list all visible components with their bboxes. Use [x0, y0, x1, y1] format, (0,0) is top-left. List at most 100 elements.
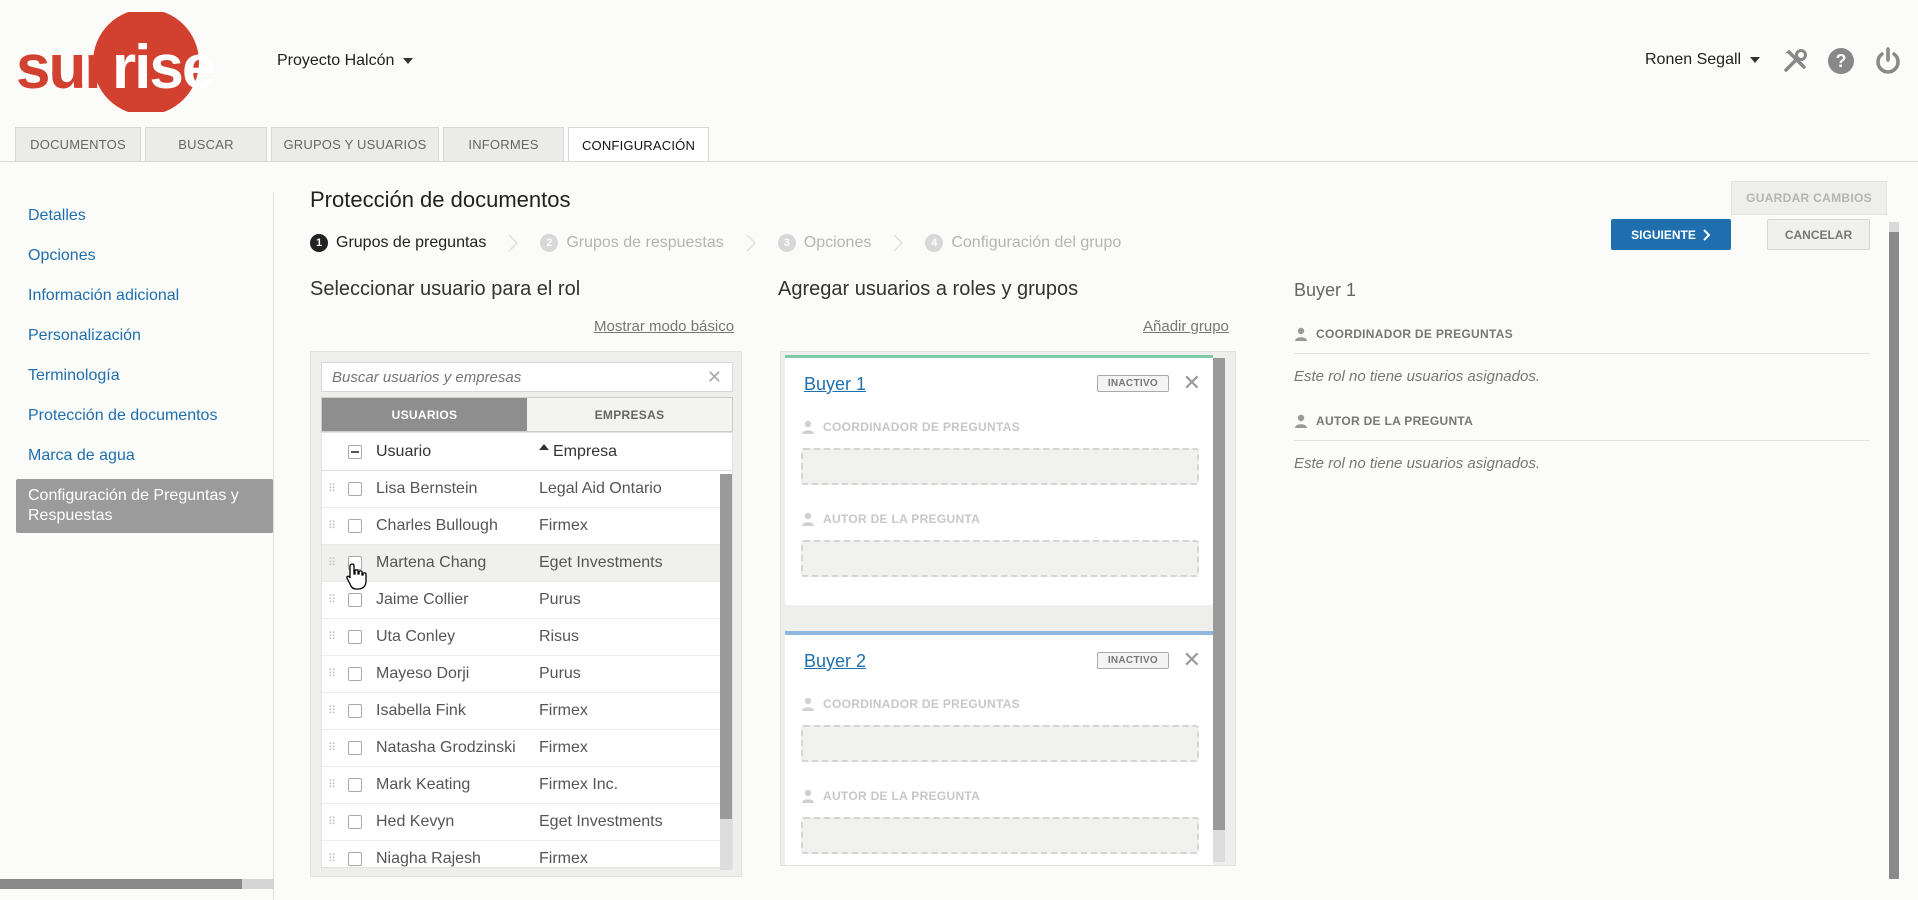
role-label-text: COORDINADOR DE PREGUNTAS — [823, 420, 1020, 434]
status-badge: INACTIVO — [1096, 652, 1169, 669]
sidebar-item-marca-de-agua[interactable]: Marca de agua — [16, 436, 273, 476]
save-changes-button[interactable]: GUARDAR CAMBIOS — [1731, 181, 1887, 215]
column-header-usuario[interactable]: Usuario — [376, 443, 539, 461]
detail-role-empty-text: Este rol no tiene usuarios asignados. — [1294, 455, 1540, 472]
table-row[interactable]: ⠿ Niagha Rajesh Firmex — [322, 841, 732, 867]
row-checkbox[interactable] — [348, 667, 362, 681]
svg-text:sun: sun — [16, 33, 120, 102]
table-row[interactable]: ⠿ Charles Bullough Firmex — [322, 508, 732, 545]
tab-informes[interactable]: INFORMES — [443, 127, 564, 161]
users-table-scrollbar-thumb[interactable] — [720, 474, 732, 819]
role-drop-zone[interactable] — [801, 448, 1199, 485]
select-all-checkbox[interactable] — [348, 444, 362, 459]
step-configuracion-del-grupo[interactable]: 4 Configuración del grupo — [925, 234, 1121, 252]
sidebar-item-informacion-adicional[interactable]: Información adicional — [16, 276, 273, 316]
sidebar-divider — [273, 192, 274, 900]
row-checkbox[interactable] — [348, 815, 362, 829]
drag-handle-icon[interactable]: ⠿ — [328, 706, 340, 717]
person-icon — [801, 420, 815, 434]
step-grupos-de-preguntas[interactable]: 1 Grupos de preguntas — [310, 234, 486, 252]
tools-icon[interactable] — [1780, 46, 1810, 76]
user-menu[interactable]: Ronen Segall — [1645, 51, 1761, 69]
sidebar-item-preguntas-respuestas[interactable]: Configuración de Preguntas y Respuestas — [16, 479, 273, 533]
sidebar-item-proteccion-documentos[interactable]: Protección de documentos — [16, 396, 273, 436]
user-name-cell: Uta Conley — [376, 628, 456, 645]
search-input[interactable] — [332, 368, 707, 386]
table-row[interactable]: ⠿ Uta Conley Risus — [322, 619, 732, 656]
role-label: AUTOR DE LA PREGUNTA — [801, 512, 980, 526]
step-opciones[interactable]: 3 Opciones — [777, 234, 871, 252]
company-cell: Purus — [539, 591, 581, 608]
drag-handle-icon[interactable]: ⠿ — [328, 817, 340, 828]
table-row[interactable]: ⠿ Natasha Grodzinski Firmex — [322, 730, 732, 767]
sunrise-logo[interactable]: sun rise — [16, 12, 216, 112]
row-checkbox[interactable] — [348, 630, 362, 644]
sidebar-item-detalles[interactable]: Detalles — [16, 196, 273, 236]
group-name-link[interactable]: Buyer 1 — [804, 374, 866, 395]
group-name-link[interactable]: Buyer 2 — [804, 651, 866, 672]
row-checkbox[interactable] — [348, 704, 362, 718]
horizontal-scrollbar-thumb[interactable] — [0, 879, 242, 889]
sidebar-item-terminologia[interactable]: Terminología — [16, 356, 273, 396]
role-drop-zone[interactable] — [801, 817, 1199, 854]
next-button[interactable]: SIGUIENTE — [1611, 219, 1731, 250]
step-label: Configuración del grupo — [951, 234, 1122, 251]
user-name-cell: Niagha Rajesh — [376, 850, 481, 867]
drag-handle-icon[interactable]: ⠿ — [328, 854, 340, 865]
segment-empresas[interactable]: EMPRESAS — [527, 398, 732, 431]
groups-scrollbar-thumb[interactable] — [1213, 358, 1225, 830]
sidebar-item-personalizacion[interactable]: Personalización — [16, 316, 273, 356]
column-header-empresa[interactable]: Empresa — [539, 443, 732, 461]
project-selector[interactable]: Proyecto Halcón — [277, 52, 414, 70]
groups-panel: Buyer 1 INACTIVO ✕ COORDINADOR DE PREGUN… — [780, 351, 1236, 866]
row-checkbox[interactable] — [348, 778, 362, 792]
users-panel: ✕ USUARIOS EMPRESAS Usuario Empresa ⠿ Lis… — [310, 351, 742, 877]
sidebar-item-opciones[interactable]: Opciones — [16, 236, 273, 276]
step-grupos-de-respuestas[interactable]: 2 Grupos de respuestas — [540, 234, 724, 252]
table-row[interactable]: ⠿ Isabella Fink Firmex — [322, 693, 732, 730]
power-icon[interactable] — [1873, 46, 1903, 76]
page-scrollbar-thumb[interactable] — [1889, 232, 1899, 879]
drag-handle-icon[interactable]: ⠿ — [328, 521, 340, 532]
row-checkbox[interactable] — [348, 519, 362, 533]
add-group-link[interactable]: Añadir grupo — [1143, 318, 1229, 335]
close-icon[interactable]: ✕ — [1183, 372, 1201, 394]
tab-documentos[interactable]: DOCUMENTOS — [15, 127, 141, 161]
tab-configuracion[interactable]: CONFIGURACIÓN — [568, 127, 709, 162]
drag-handle-icon[interactable]: ⠿ — [328, 743, 340, 754]
row-checkbox[interactable] — [348, 741, 362, 755]
cancel-button[interactable]: CANCELAR — [1767, 219, 1870, 250]
drag-handle-icon[interactable]: ⠿ — [328, 484, 340, 495]
row-checkbox[interactable] — [348, 852, 362, 866]
drag-handle-icon[interactable]: ⠿ — [328, 632, 340, 643]
close-icon[interactable]: ✕ — [1183, 649, 1201, 671]
role-label-text: AUTOR DE LA PREGUNTA — [823, 789, 981, 803]
clear-search-icon[interactable]: ✕ — [707, 367, 722, 388]
table-row[interactable]: ⠿ Mark Keating Firmex Inc. — [322, 767, 732, 804]
role-drop-zone[interactable] — [801, 725, 1199, 762]
user-name-cell: Lisa Bernstein — [376, 480, 478, 497]
table-row[interactable]: ⠿ Jaime Collier Purus — [322, 582, 732, 619]
table-row[interactable]: ⠿ Martena Chang Eget Investments — [322, 545, 732, 582]
tab-buscar[interactable]: BUSCAR — [145, 127, 267, 161]
row-checkbox[interactable] — [348, 482, 362, 496]
role-drop-zone[interactable] — [801, 540, 1199, 577]
drag-handle-icon[interactable]: ⠿ — [328, 558, 340, 569]
table-row[interactable]: ⠿ Mayeso Dorji Purus — [322, 656, 732, 693]
tab-grupos-y-usuarios[interactable]: GRUPOS Y USUARIOS — [271, 127, 439, 161]
help-icon[interactable]: ? — [1826, 46, 1856, 76]
drag-handle-icon[interactable]: ⠿ — [328, 780, 340, 791]
user-name-cell: Martena Chang — [376, 554, 487, 571]
table-row[interactable]: ⠿ Hed Kevyn Eget Investments — [322, 804, 732, 841]
segment-usuarios[interactable]: USUARIOS — [322, 398, 527, 431]
person-icon — [1294, 327, 1308, 341]
svg-text:rise: rise — [112, 33, 215, 102]
chevron-right-icon — [498, 228, 528, 258]
detail-role-empty-text: Este rol no tiene usuarios asignados. — [1294, 368, 1540, 385]
drag-handle-icon[interactable]: ⠿ — [328, 595, 340, 606]
show-basic-mode-link[interactable]: Mostrar modo básico — [594, 318, 734, 335]
drag-handle-icon[interactable]: ⠿ — [328, 669, 340, 680]
table-row[interactable]: ⠿ Lisa Bernstein Legal Aid Ontario — [322, 471, 732, 508]
user-name-cell: Charles Bullough — [376, 517, 498, 534]
row-checkbox[interactable] — [348, 593, 362, 607]
